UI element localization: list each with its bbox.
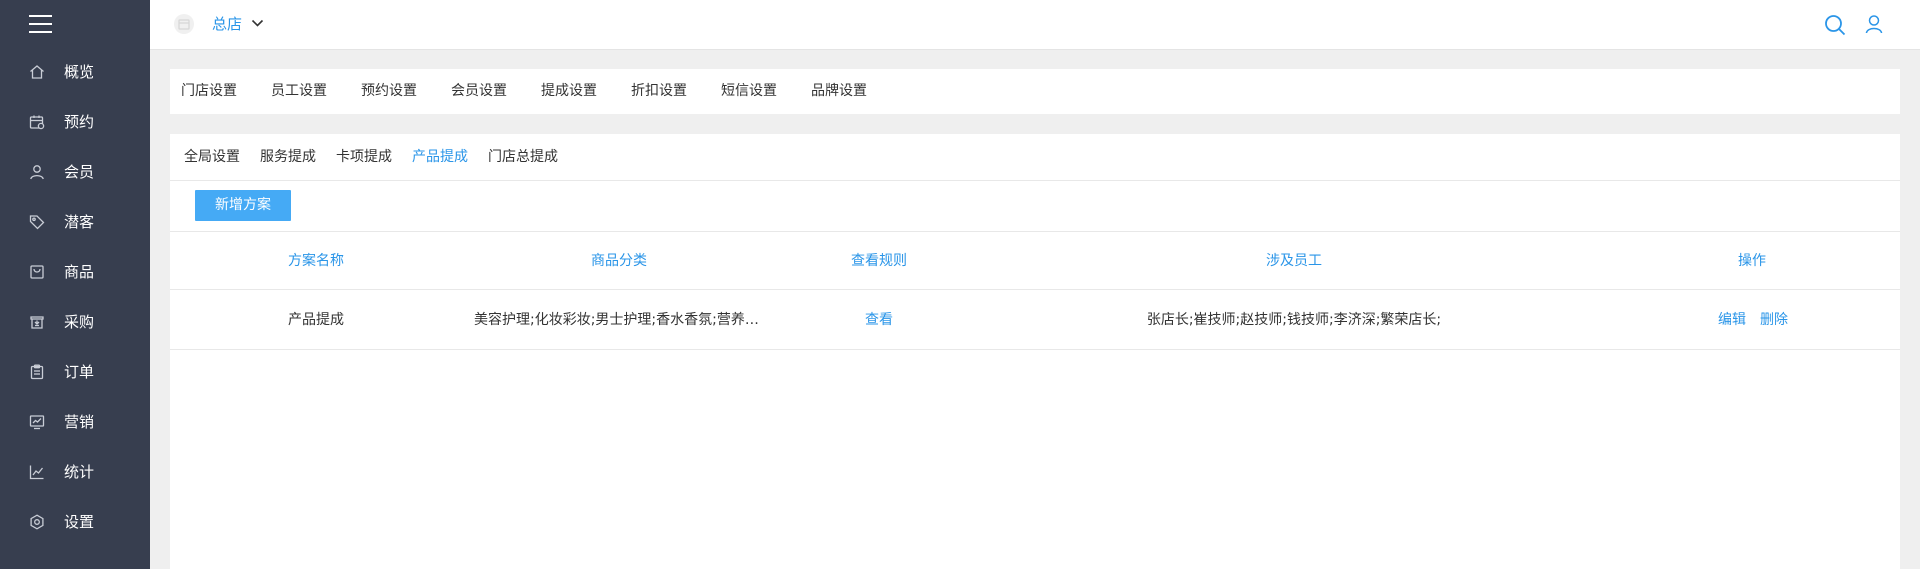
add-plan-button[interactable]: 新增方案: [195, 190, 291, 221]
sidebar-item-label: 统计: [64, 463, 95, 481]
sidebar-item-overview[interactable]: 概览: [0, 47, 150, 97]
subtab-service-commission[interactable]: 服务提成: [260, 147, 316, 167]
sidebar-item-settings[interactable]: 设置: [0, 497, 150, 547]
tab-appointment-settings[interactable]: 预约设置: [361, 81, 417, 101]
column-header-staff: 涉及员工: [1266, 253, 1322, 269]
column-header-view-rules: 查看规则: [851, 253, 907, 269]
store-selector[interactable]: 总店: [212, 14, 242, 34]
tab-staff-settings[interactable]: 员工设置: [271, 81, 327, 101]
column-header-actions: 操作: [1738, 253, 1766, 269]
sidebar-item-label: 采购: [64, 313, 95, 331]
sidebar-item-statistics[interactable]: 统计: [0, 447, 150, 497]
cell-category: 美容护理;化妆彩妆;男士护理;香水香氛;营养保健;: [474, 312, 764, 328]
hamburger-menu-icon[interactable]: [29, 15, 52, 33]
column-header-plan-name: 方案名称: [288, 253, 344, 269]
sidebar-item-marketing[interactable]: 营销: [0, 397, 150, 447]
view-rules-link[interactable]: 查看: [865, 310, 893, 330]
tab-brand-settings[interactable]: 品牌设置: [811, 81, 867, 101]
sidebar-item-label: 潜客: [64, 213, 95, 231]
tab-store-settings[interactable]: 门店设置: [181, 81, 237, 101]
sidebar-item-appointment[interactable]: 预约: [0, 97, 150, 147]
sidebar-item-label: 商品: [64, 263, 95, 281]
sidebar-item-label: 会员: [64, 163, 95, 181]
home-icon: [30, 65, 44, 79]
settings-tabs: 门店设置 员工设置 预约设置 会员设置 提成设置 折扣设置 短信设置 品牌设置: [170, 69, 1900, 114]
delete-link[interactable]: 删除: [1760, 310, 1788, 330]
purchase-icon: [30, 316, 44, 329]
sidebar-item-order[interactable]: 订单: [0, 347, 150, 397]
sidebar-item-label: 订单: [64, 363, 95, 381]
tab-commission-settings[interactable]: 提成设置: [541, 81, 597, 101]
sidebar-item-purchase[interactable]: 采购: [0, 297, 150, 347]
user-icon[interactable]: [1864, 14, 1884, 34]
table-row: 产品提成 美容护理;化妆彩妆;男士护理;香水香氛;营养保健; 查看 张店长;崔技…: [170, 291, 1900, 350]
user-icon: [30, 165, 44, 180]
tab-sms-settings[interactable]: 短信设置: [721, 81, 777, 101]
edit-link[interactable]: 编辑: [1718, 310, 1746, 330]
sidebar-item-label: 概览: [64, 63, 95, 81]
search-icon[interactable]: [1824, 14, 1846, 36]
clipboard-icon: [30, 364, 44, 380]
sidebar-item-goods[interactable]: 商品: [0, 247, 150, 297]
sidebar-item-label: 预约: [64, 113, 95, 131]
marketing-icon: [29, 415, 45, 430]
bag-icon: [30, 265, 44, 279]
divider: [170, 180, 1900, 181]
cell-plan-name: 产品提成: [288, 312, 344, 328]
sidebar: 概览 预约 会员 潜客 商品 采购 订单 营销 统计 设置: [0, 0, 150, 569]
tab-member-settings[interactable]: 会员设置: [451, 81, 507, 101]
commission-panel: 全局设置 服务提成 卡项提成 产品提成 门店总提成 新增方案 方案名称 商品分类…: [170, 134, 1900, 569]
sidebar-item-member[interactable]: 会员: [0, 147, 150, 197]
subtab-store-total-commission[interactable]: 门店总提成: [488, 147, 558, 167]
gear-icon: [30, 514, 44, 530]
tab-discount-settings[interactable]: 折扣设置: [631, 81, 687, 101]
table-header: 方案名称 商品分类 查看规则 涉及员工 操作: [170, 232, 1900, 290]
store-icon: [174, 14, 194, 34]
chevron-down-icon[interactable]: [251, 18, 264, 28]
tag-icon: [29, 215, 45, 230]
chart-line-icon: [29, 465, 44, 480]
subtab-card-commission[interactable]: 卡项提成: [336, 147, 392, 167]
top-bar: 总店: [150, 0, 1920, 50]
sidebar-item-prospect[interactable]: 潜客: [0, 197, 150, 247]
cell-staff: 张店长;崔技师;赵技师;钱技师;李济深;繁荣店长;: [1146, 312, 1442, 328]
column-header-category: 商品分类: [591, 253, 647, 269]
sidebar-item-label: 营销: [64, 413, 95, 431]
subtab-global-settings[interactable]: 全局设置: [184, 147, 240, 167]
sidebar-item-label: 设置: [64, 513, 95, 531]
calendar-icon: [29, 115, 45, 130]
subtab-product-commission[interactable]: 产品提成: [412, 147, 468, 167]
